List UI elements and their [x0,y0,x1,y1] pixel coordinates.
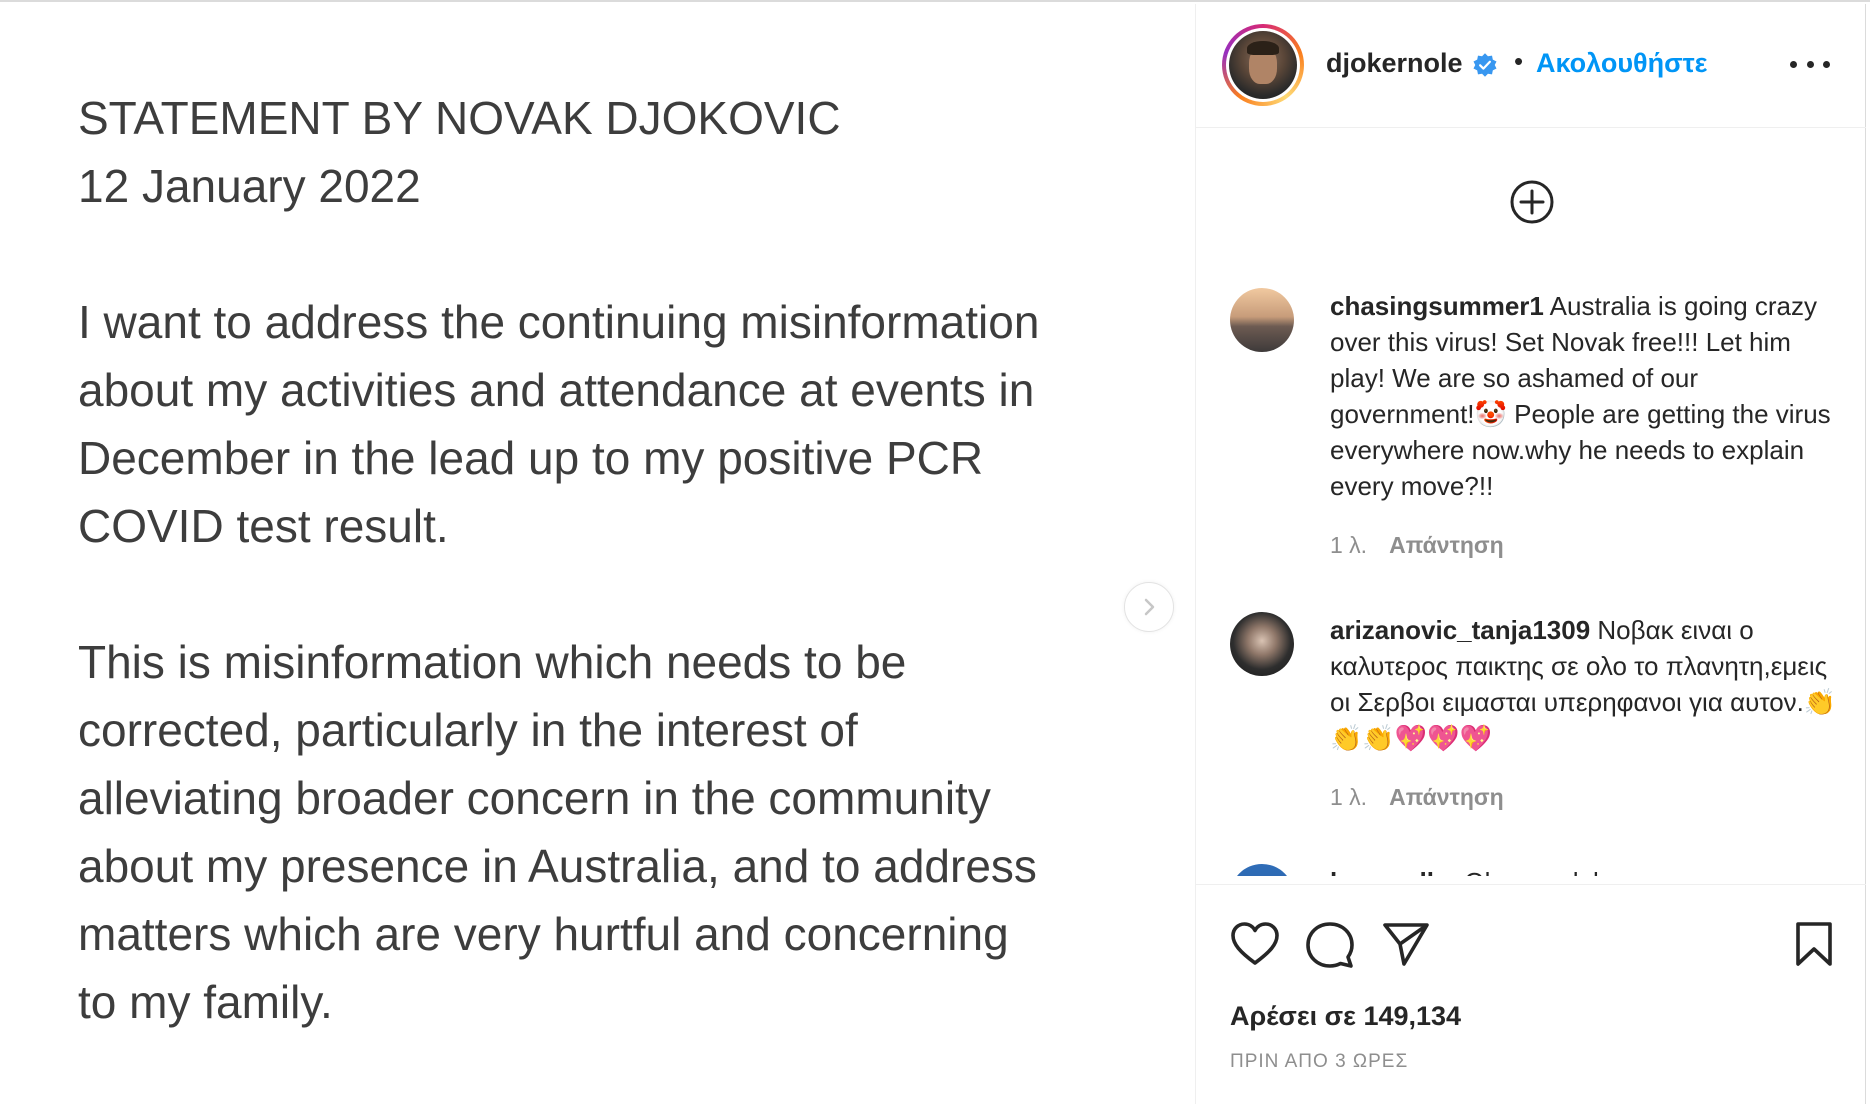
statement-line: about my activities and attendance at ev… [78,364,1035,416]
commenter-avatar[interactable] [1230,864,1294,876]
comment-username[interactable]: chasingsummer1 [1330,291,1544,321]
comment-item: bernardba Ok pero debes ... [1230,864,1840,876]
comment-meta: 1 λ. Απάντηση [1330,532,1504,559]
post-sidebar: djokernole • Ακολουθήστε chasingsummer1 … [1196,4,1870,1104]
comment-username[interactable]: bernardba [1330,867,1457,876]
statement-line: matters which are very hurtful and conce… [78,908,1009,960]
comment-body: Ok pero debes ... [1457,867,1663,876]
avatar-image [1229,31,1297,99]
verified-badge-icon [1473,53,1497,77]
statement-text: STATEMENT BY NOVAK DJOKOVIC 12 January 2… [78,84,1138,1104]
more-options-icon[interactable] [1790,52,1830,76]
comment-time: 1 λ. [1330,532,1368,558]
statement-line: alleviating broader concern in the commu… [78,772,991,824]
post-header: djokernole • Ακολουθήστε [1196,4,1866,128]
comment-text: bernardba Ok pero debes ... [1330,864,1840,876]
reply-button[interactable]: Απάντηση [1389,784,1504,810]
commenter-avatar[interactable] [1230,612,1294,676]
likes-count[interactable]: Αρέσει σε 149,134 [1230,1001,1461,1032]
statement-heading: STATEMENT BY NOVAK DJOKOVIC [78,92,841,144]
separator-dot: • [1514,46,1524,76]
like-heart-icon[interactable] [1230,921,1280,967]
comment-meta: 1 λ. Απάντηση [1330,784,1504,811]
statement-line: I want to address the continuing misinfo… [78,296,1040,348]
commenter-avatar[interactable] [1230,288,1294,352]
bookmark-save-icon[interactable] [1794,921,1834,967]
comment-username[interactable]: arizanovic_tanja1309 [1330,615,1590,645]
comment-text: arizanovic_tanja1309 Νοβακ ειναι ο καλυτ… [1330,612,1840,756]
post-actions: Αρέσει σε 149,134 ΠΡΙΝ ΑΠΟ 3 ΩΡΕΣ [1196,884,1866,1104]
statement-date: 12 January 2022 [78,160,421,212]
comment-time: 1 λ. [1330,784,1368,810]
follow-button[interactable]: Ακολουθήστε [1536,48,1707,79]
comment-text: chasingsummer1 Australia is going crazy … [1330,288,1840,504]
comment-item: arizanovic_tanja1309 Νοβακ ειναι ο καλυτ… [1230,612,1840,812]
statement-line: COVID test result. [78,500,449,552]
statement-line: to my family. [78,976,333,1028]
load-more-comments-icon[interactable] [1508,178,1556,226]
statement-line: about my presence in Australia, and to a… [78,840,1037,892]
avatar[interactable] [1222,24,1304,106]
share-send-icon[interactable] [1382,921,1430,967]
comment-item: chasingsummer1 Australia is going crazy … [1230,288,1840,558]
statement-line: This is misinformation which needs to be [78,636,907,688]
post-timestamp[interactable]: ΠΡΙΝ ΑΠΟ 3 ΩΡΕΣ [1230,1051,1408,1073]
reply-button[interactable]: Απάντηση [1389,532,1504,558]
username[interactable]: djokernole [1326,48,1463,79]
statement-paragraph-1: I want to address the continuing misinfo… [78,288,1138,560]
post-media: STATEMENT BY NOVAK DJOKOVIC 12 January 2… [0,4,1196,1104]
statement-line: corrected, particularly in the interest … [78,704,858,756]
comments-list: chasingsummer1 Australia is going crazy … [1196,128,1866,876]
statement-paragraph-2: This is misinformation which needs to be… [78,628,1138,1036]
next-slide-button[interactable] [1124,582,1174,632]
statement-line: December in the lead up to my positive P… [78,432,984,484]
chevron-right-icon [1144,598,1155,616]
comment-bubble-icon[interactable] [1306,921,1354,969]
comment-body: Australia is going crazy over this virus… [1330,291,1831,501]
instagram-post-modal: STATEMENT BY NOVAK DJOKOVIC 12 January 2… [0,0,1870,1104]
